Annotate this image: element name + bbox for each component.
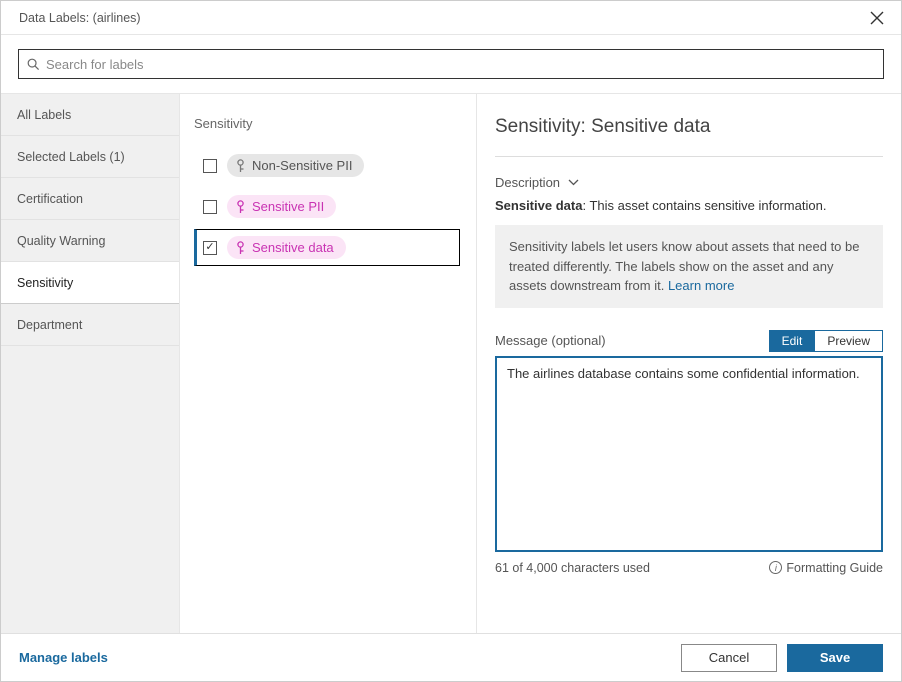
label-row-sensitive-data[interactable]: Sensitive data	[194, 229, 460, 266]
message-footer: 61 of 4,000 characters used i Formatting…	[495, 561, 883, 575]
close-icon	[870, 11, 884, 25]
label-row-non-sensitive-pii[interactable]: Non-Sensitive PII	[194, 147, 460, 184]
dialog-footer: Manage labels Cancel Save	[1, 633, 901, 681]
sidebar-item-label: Selected Labels (1)	[17, 150, 125, 164]
message-textarea[interactable]	[495, 356, 883, 552]
content-area: All Labels Selected Labels (1) Certifica…	[1, 93, 901, 633]
label-pill: Sensitive data	[227, 236, 346, 259]
checkbox[interactable]	[203, 241, 217, 255]
label-text: Sensitive data	[252, 240, 334, 255]
sensitivity-info-box: Sensitivity labels let users know about …	[495, 225, 883, 308]
label-text: Sensitive PII	[252, 199, 324, 214]
sidebar-item-label: Sensitivity	[17, 276, 73, 290]
label-text: Non-Sensitive PII	[252, 158, 352, 173]
details-title: Sensitivity: Sensitive data	[495, 116, 883, 157]
sidebar-item-selected-labels[interactable]: Selected Labels (1)	[1, 136, 179, 178]
tab-preview[interactable]: Preview	[814, 330, 883, 352]
search-icon	[27, 58, 40, 71]
char-count: 61 of 4,000 characters used	[495, 561, 650, 575]
sidebar-item-label: All Labels	[17, 108, 71, 122]
description-body: This asset contains sensitive informatio…	[589, 198, 826, 213]
checkbox[interactable]	[203, 200, 217, 214]
manage-labels-link[interactable]: Manage labels	[19, 650, 108, 665]
search-input[interactable]	[46, 57, 875, 72]
details-pane: Sensitivity: Sensitive data Description …	[477, 94, 901, 633]
sidebar-item-label: Quality Warning	[17, 234, 105, 248]
info-icon: i	[769, 561, 782, 574]
message-tabs: Edit Preview	[769, 330, 883, 352]
sidebar-item-certification[interactable]: Certification	[1, 178, 179, 220]
message-header: Message (optional) Edit Preview	[495, 330, 883, 352]
description-name: Sensitive data	[495, 198, 582, 213]
tab-edit[interactable]: Edit	[769, 330, 815, 352]
cancel-button[interactable]: Cancel	[681, 644, 777, 672]
data-labels-dialog: Data Labels: (airlines) All Labels Selec…	[1, 1, 901, 681]
labels-heading: Sensitivity	[194, 116, 460, 131]
description-label: Description	[495, 175, 560, 190]
title-bar: Data Labels: (airlines)	[1, 1, 901, 35]
sidebar-item-quality-warning[interactable]: Quality Warning	[1, 220, 179, 262]
learn-more-link[interactable]: Learn more	[668, 278, 734, 293]
sidebar-item-all-labels[interactable]: All Labels	[1, 94, 179, 136]
label-row-sensitive-pii[interactable]: Sensitive PII	[194, 188, 460, 225]
save-button[interactable]: Save	[787, 644, 883, 672]
sidebar-item-label: Department	[17, 318, 82, 332]
description-text: Sensitive data: This asset contains sens…	[495, 198, 883, 213]
sidebar-item-department[interactable]: Department	[1, 304, 179, 346]
key-icon	[235, 159, 246, 173]
formatting-guide-link[interactable]: i Formatting Guide	[769, 561, 883, 575]
checkbox[interactable]	[203, 159, 217, 173]
chevron-down-icon	[568, 179, 579, 186]
sidebar-item-label: Certification	[17, 192, 83, 206]
message-label: Message (optional)	[495, 333, 606, 348]
label-pill: Non-Sensitive PII	[227, 154, 364, 177]
description-toggle[interactable]: Description	[495, 175, 883, 190]
search-row	[1, 35, 901, 93]
footer-buttons: Cancel Save	[681, 644, 883, 672]
formatting-guide-text: Formatting Guide	[786, 561, 883, 575]
dialog-title: Data Labels: (airlines)	[19, 11, 141, 25]
key-icon	[235, 241, 246, 255]
sidebar-item-sensitivity[interactable]: Sensitivity	[1, 262, 179, 304]
labels-pane: Sensitivity Non-Sensitive PII Sensitive …	[180, 94, 477, 633]
close-button[interactable]	[865, 6, 889, 30]
key-icon	[235, 200, 246, 214]
label-pill: Sensitive PII	[227, 195, 336, 218]
sidebar: All Labels Selected Labels (1) Certifica…	[1, 94, 180, 633]
search-box[interactable]	[18, 49, 884, 79]
